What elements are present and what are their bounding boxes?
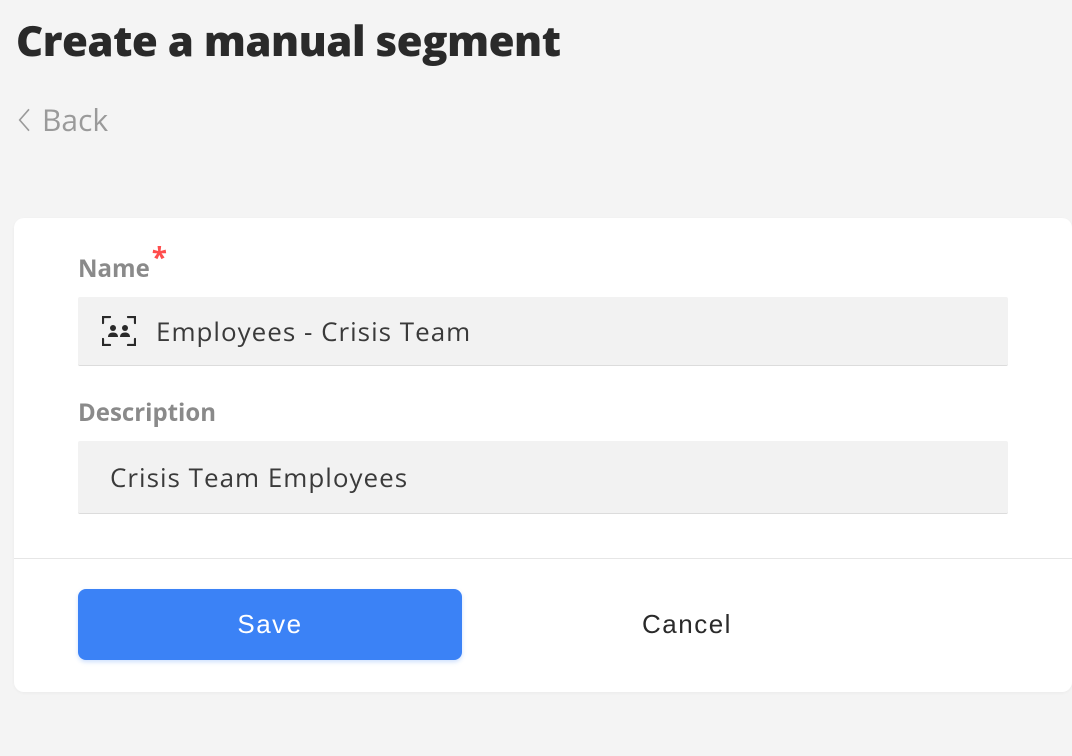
back-label: Back — [42, 99, 108, 140]
cancel-button[interactable]: Cancel — [642, 609, 732, 640]
required-asterisk: * — [152, 248, 167, 266]
chevron-left-icon — [18, 108, 32, 132]
people-group-icon — [102, 316, 136, 346]
form-card: Name * Description — [14, 218, 1072, 692]
page-title: Create a manual segment — [0, 0, 1072, 69]
name-field-block: Name * — [78, 252, 1008, 366]
name-input-wrap[interactable] — [78, 297, 1008, 366]
description-field-block: Description — [78, 396, 1008, 514]
description-label: Description — [78, 396, 1008, 429]
description-input-wrap[interactable] — [78, 441, 1008, 514]
name-label: Name * — [78, 252, 1008, 285]
form-area: Name * Description — [14, 218, 1072, 558]
button-row: Save Cancel — [14, 559, 1072, 692]
save-button[interactable]: Save — [78, 589, 462, 660]
description-input[interactable] — [110, 459, 441, 495]
description-label-text: Description — [78, 396, 216, 429]
name-label-text: Name — [78, 252, 150, 285]
back-link[interactable]: Back — [0, 69, 124, 140]
name-input[interactable] — [156, 313, 984, 349]
